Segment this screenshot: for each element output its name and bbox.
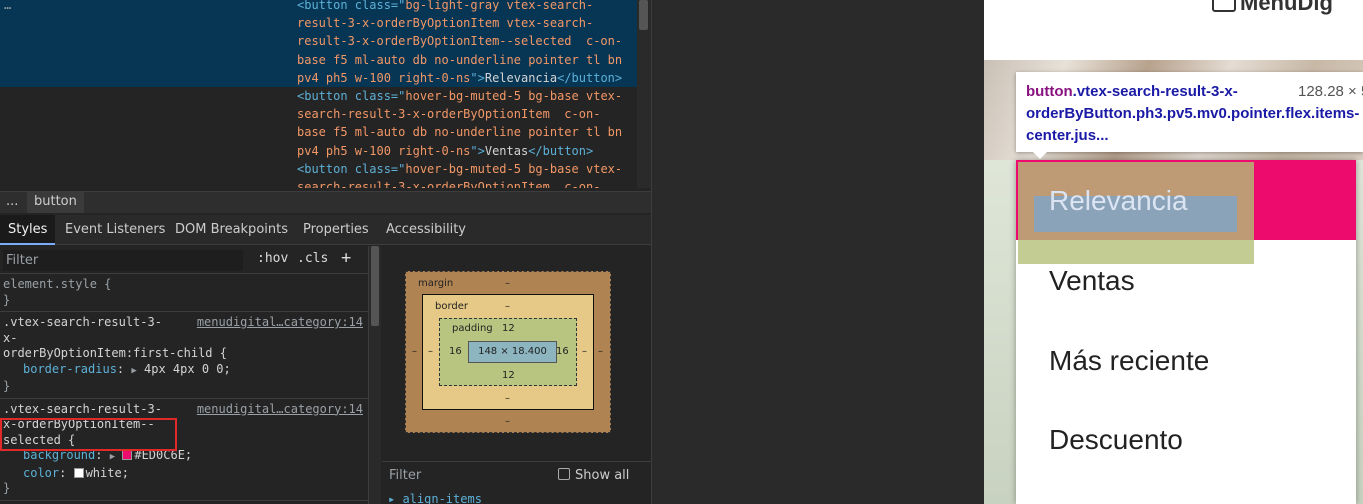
- elements-tree: … <button class="bg-light-gray vtex-sear…: [0, 0, 651, 188]
- hov-toggle-button[interactable]: :hov: [257, 251, 288, 266]
- border-left-value[interactable]: –: [428, 346, 433, 357]
- border-label: border: [435, 301, 469, 312]
- rule-close-brace: }: [3, 292, 11, 307]
- padding-bottom-value[interactable]: 12: [502, 370, 515, 381]
- box-model-content[interactable]: 148 × 18.400: [468, 341, 557, 363]
- site-header: MenuDig: [984, 0, 1363, 60]
- padding-label: padding: [452, 323, 493, 334]
- declaration-border-radius[interactable]: border-radius: ▶ 4px 4px 0 0;: [3, 362, 368, 380]
- devtools-panel: … <button class="bg-light-gray vtex-sear…: [0, 0, 651, 504]
- option-ventas[interactable]: Ventas: [1049, 265, 1135, 297]
- border-right-value[interactable]: –: [582, 346, 587, 357]
- rule-element-style[interactable]: element.style { }: [0, 274, 368, 312]
- rule-source-link[interactable]: menudigital…category:14: [197, 402, 363, 418]
- breadcrumb-button[interactable]: button: [27, 192, 84, 213]
- color-swatch-icon[interactable]: [73, 467, 84, 478]
- dom-node-next[interactable]: <button class="hover-bg-muted-5 bg-base …: [297, 160, 637, 188]
- order-by-dropdown: Relevancia Ventas Más reciente Descuento: [1016, 160, 1356, 504]
- dom-breadcrumb: ... button: [0, 191, 651, 213]
- show-all-checkbox[interactable]: Show all: [558, 468, 629, 483]
- checkbox-icon[interactable]: [558, 468, 570, 480]
- tooltip-dimensions: 128.28 × 5: [1298, 83, 1363, 100]
- tab-dom-breakpoints[interactable]: DOM Breakpoints: [167, 215, 296, 245]
- margin-label: margin: [418, 278, 454, 289]
- margin-top-value[interactable]: –: [505, 278, 510, 289]
- annotation-highlight-box: [0, 418, 177, 451]
- option-relevancia[interactable]: Relevancia: [1049, 185, 1188, 217]
- margin-right-value[interactable]: –: [598, 346, 603, 357]
- expand-triangle-icon[interactable]: ▶: [131, 366, 136, 376]
- style-rules: element.style { } .vtex-search-result-3-…: [0, 274, 368, 501]
- cls-toggle-button[interactable]: .cls: [297, 251, 328, 266]
- computed-filter-input[interactable]: Filter: [389, 468, 421, 483]
- padding-left-value[interactable]: 16: [449, 346, 462, 357]
- styles-filter-input[interactable]: [3, 250, 243, 271]
- styles-scrollbar-thumb[interactable]: [371, 246, 379, 326]
- styles-pane: :hov .cls + element.style { } .vtex-sear…: [0, 246, 368, 504]
- tooltip-arrow: [1032, 151, 1048, 159]
- sidebar-tabs: Styles Event Listeners DOM Breakpoints P…: [0, 215, 651, 245]
- option-descuento[interactable]: Descuento: [1049, 424, 1183, 456]
- new-rule-button[interactable]: +: [341, 248, 351, 268]
- border-top-value[interactable]: –: [505, 301, 510, 312]
- node-ellipsis[interactable]: …: [4, 0, 11, 14]
- color-swatch-icon[interactable]: [122, 450, 133, 460]
- computed-property[interactable]: ▸ align-items: [388, 492, 482, 504]
- option-mas-reciente[interactable]: Más reciente: [1049, 345, 1209, 377]
- rule-close-brace: }: [3, 481, 11, 495]
- tab-properties[interactable]: Properties: [295, 215, 377, 245]
- breadcrumb-ellipsis[interactable]: ...: [6, 194, 18, 209]
- tab-accessibility[interactable]: Accessibility: [378, 215, 474, 245]
- rule-close-brace: }: [3, 379, 11, 393]
- logo-mark-icon: [1212, 0, 1236, 12]
- styles-filter-bar: :hov .cls +: [0, 246, 368, 274]
- tab-event-listeners[interactable]: Event Listeners: [57, 215, 173, 245]
- padding-right-value[interactable]: 16: [556, 346, 569, 357]
- dom-node-relevancia[interactable]: <button class="bg-light-gray vtex-search…: [297, 0, 637, 87]
- rule-source-link[interactable]: menudigital…category:14: [197, 315, 363, 331]
- tooltip-selector: button.vtex-search-result-3-x-orderByBut…: [1026, 83, 1360, 144]
- rule-first-child[interactable]: .vtex-search-result-3- x- orderByOptionI…: [0, 312, 368, 399]
- dom-node-ventas[interactable]: <button class="hover-bg-muted-5 bg-base …: [297, 87, 637, 160]
- expand-triangle-icon[interactable]: ▶: [110, 452, 115, 462]
- rule-selector: element.style {: [3, 277, 112, 291]
- inspect-tooltip: button.vtex-search-result-3-x-orderByBut…: [1016, 72, 1363, 152]
- margin-left-value[interactable]: –: [412, 346, 417, 357]
- declaration-color[interactable]: color: white;: [3, 466, 368, 482]
- elements-scrollbar-thumb[interactable]: [639, 0, 648, 30]
- empty-viewport-area: [652, 0, 984, 504]
- border-bottom-value[interactable]: –: [505, 393, 510, 404]
- margin-bottom-value[interactable]: –: [505, 416, 510, 427]
- computed-pane: margin – – – – border – – – – padding 12…: [382, 246, 651, 504]
- padding-top-value[interactable]: 12: [502, 323, 515, 334]
- computed-filter-bar: Filter Show all: [382, 461, 651, 489]
- box-model-diagram: margin – – – – border – – – – padding 12…: [405, 271, 611, 433]
- tab-styles[interactable]: Styles: [0, 215, 56, 245]
- styles-scrollbar[interactable]: [368, 246, 381, 504]
- elements-scrollbar[interactable]: [637, 0, 651, 188]
- site-logo[interactable]: MenuDig: [1212, 0, 1333, 16]
